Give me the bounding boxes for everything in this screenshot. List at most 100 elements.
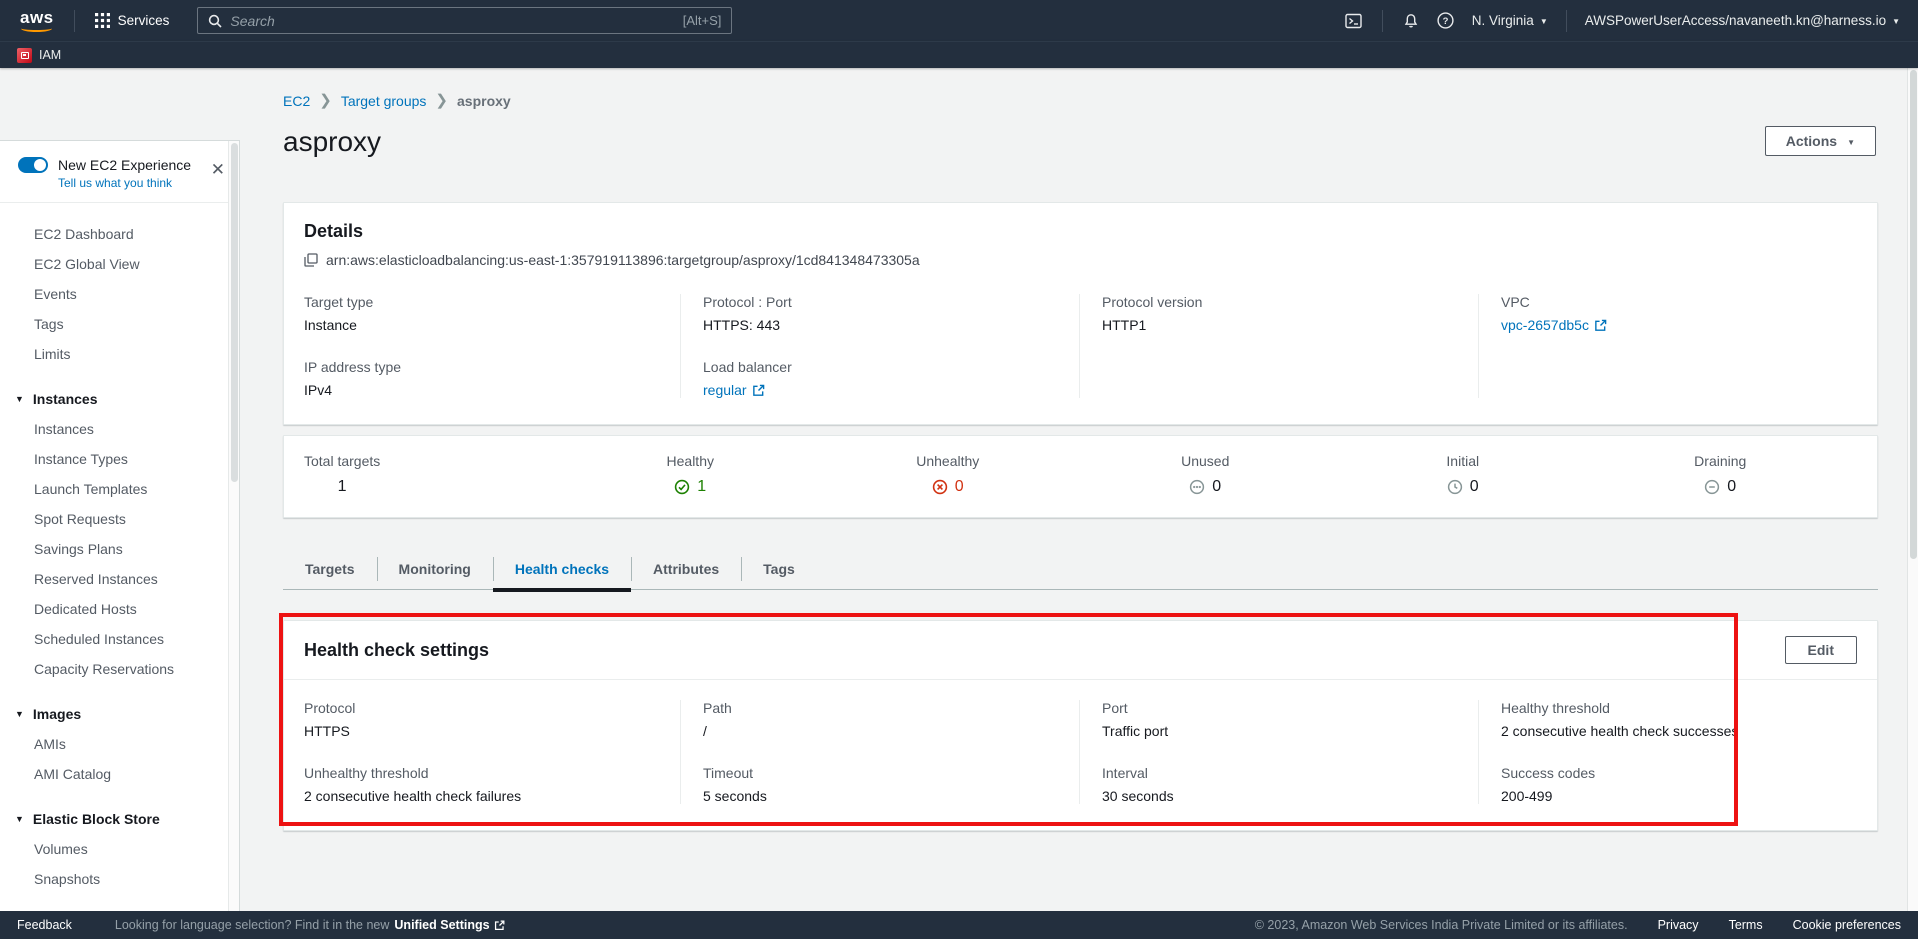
sidebar-section-instances[interactable]: ▼ Instances	[0, 383, 239, 414]
feedback-link[interactable]: Tell us what you think	[58, 176, 225, 190]
notifications-bell-icon[interactable]	[1403, 13, 1419, 29]
feedback-button[interactable]: Feedback	[17, 918, 72, 932]
draining-stat: Draining 0	[1592, 453, 1850, 498]
aws-logo[interactable]: aws	[18, 6, 60, 35]
services-label: Services	[118, 13, 170, 28]
sidebar-item[interactable]: AMIs	[0, 729, 239, 759]
hc-unhealthy-threshold-label: Unhealthy threshold	[304, 765, 662, 781]
sidebar-panel: New EC2 Experience Tell us what you thin…	[0, 140, 240, 911]
hc-port-label: Port	[1102, 700, 1460, 716]
sidebar-scrollbar[interactable]	[228, 141, 239, 911]
sidebar-item[interactable]: Scheduled Instances	[0, 624, 239, 654]
nav-divider	[74, 10, 75, 32]
healthy-check-icon	[674, 479, 690, 495]
vpc-link[interactable]: vpc-2657db5c	[1501, 317, 1607, 333]
tab-attributes[interactable]: Attributes	[631, 551, 741, 589]
sidebar-item[interactable]: Snapshots	[0, 864, 239, 894]
chevron-down-icon: ▼	[1540, 17, 1548, 26]
health-check-settings-panel: Health check settings Edit Protocol HTTP…	[283, 620, 1878, 831]
page-title: asproxy	[283, 126, 381, 158]
initial-label: Initial	[1446, 453, 1479, 469]
sidebar-item[interactable]: EC2 Global View	[0, 249, 239, 279]
sidebar-item[interactable]: Spot Requests	[0, 504, 239, 534]
tab-health-checks[interactable]: Health checks	[493, 551, 631, 589]
favorite-iam-link[interactable]: IAM	[17, 48, 61, 63]
privacy-link[interactable]: Privacy	[1658, 918, 1699, 932]
sidebar-item[interactable]: Dedicated Hosts	[0, 594, 239, 624]
favorite-iam-label: IAM	[39, 48, 61, 62]
search-input[interactable]	[230, 13, 674, 29]
services-grid-icon	[95, 13, 110, 28]
sidebar-item[interactable]: AMI Catalog	[0, 759, 239, 789]
tab-bar: Targets Monitoring Health checks Attribu…	[283, 551, 1878, 590]
draining-minus-icon	[1704, 479, 1720, 495]
help-icon[interactable]: ?	[1437, 12, 1454, 29]
sidebar-item[interactable]: EC2 Dashboard	[0, 219, 239, 249]
load-balancer-link[interactable]: regular	[703, 382, 765, 398]
external-link-icon	[494, 920, 505, 931]
initial-value: 0	[1470, 478, 1479, 496]
region-selector[interactable]: N. Virginia ▼	[1472, 13, 1548, 28]
breadcrumb-separator-icon: ❯	[435, 91, 448, 109]
sidebar-section-images[interactable]: ▼ Images	[0, 698, 239, 729]
unused-ellipsis-icon	[1189, 479, 1205, 495]
breadcrumb-ec2[interactable]: EC2	[283, 93, 310, 109]
cookie-preferences-link[interactable]: Cookie preferences	[1793, 918, 1901, 932]
search-icon	[208, 14, 222, 28]
new-experience-toggle[interactable]	[18, 157, 48, 173]
hc-success-codes-label: Success codes	[1501, 765, 1859, 781]
section-title: Elastic Block Store	[33, 811, 160, 827]
total-targets-stat: Total targets 1	[304, 453, 562, 496]
unhealthy-stat: Unhealthy 0	[819, 453, 1077, 498]
hc-port-value: Traffic port	[1102, 723, 1460, 739]
hc-unhealthy-threshold-value: 2 consecutive health check failures	[304, 788, 662, 804]
sidebar-item[interactable]: Limits	[0, 339, 239, 369]
total-targets-label: Total targets	[304, 453, 380, 469]
vpc-label: VPC	[1501, 294, 1859, 310]
copyright-text: © 2023, Amazon Web Services India Privat…	[1255, 918, 1628, 932]
tab-tags[interactable]: Tags	[741, 551, 817, 589]
cloudshell-icon[interactable]	[1345, 13, 1362, 29]
draining-value: 0	[1727, 478, 1736, 496]
load-balancer-name: regular	[703, 382, 747, 398]
unified-settings-link[interactable]: Unified Settings	[394, 918, 504, 932]
section-title: Instances	[33, 391, 98, 407]
sidebar-item[interactable]: Instances	[0, 414, 239, 444]
sidebar-item[interactable]: Capacity Reservations	[0, 654, 239, 684]
draining-label: Draining	[1694, 453, 1746, 469]
hc-path-label: Path	[703, 700, 1061, 716]
sidebar-item[interactable]: Savings Plans	[0, 534, 239, 564]
breadcrumb-target-groups[interactable]: Target groups	[341, 93, 427, 109]
healthy-label: Healthy	[667, 453, 714, 469]
hc-timeout-value: 5 seconds	[703, 788, 1061, 804]
unused-stat: Unused 0	[1077, 453, 1335, 498]
terms-link[interactable]: Terms	[1729, 918, 1763, 932]
sidebar-section-general: EC2 DashboardEC2 Global ViewEventsTagsLi…	[0, 219, 239, 369]
copy-icon[interactable]	[304, 253, 318, 267]
services-menu-button[interactable]: Services	[89, 9, 176, 32]
protocol-port-label: Protocol : Port	[703, 294, 1061, 310]
sidebar-item[interactable]: Tags	[0, 309, 239, 339]
edit-button[interactable]: Edit	[1785, 636, 1857, 664]
actions-button-label: Actions	[1786, 133, 1837, 149]
health-check-settings-heading: Health check settings	[304, 640, 489, 661]
sidebar-item[interactable]: Volumes	[0, 834, 239, 864]
global-search[interactable]: [Alt+S]	[197, 7, 732, 34]
close-icon[interactable]: ✕	[211, 161, 225, 178]
tab-targets[interactable]: Targets	[283, 551, 377, 589]
actions-button[interactable]: Actions ▼	[1765, 126, 1876, 156]
region-label: N. Virginia	[1472, 13, 1534, 28]
page-scrollbar[interactable]	[1907, 68, 1918, 911]
sidebar-item[interactable]: Reserved Instances	[0, 564, 239, 594]
sidebar-item[interactable]: Instance Types	[0, 444, 239, 474]
language-selection-notice: Looking for language selection? Find it …	[115, 918, 505, 932]
chevron-down-icon: ▼	[1847, 138, 1855, 147]
sidebar-item[interactable]: Events	[0, 279, 239, 309]
footer: Feedback Looking for language selection?…	[0, 911, 1918, 939]
tab-monitoring[interactable]: Monitoring	[377, 551, 493, 589]
sidebar-item[interactable]: Launch Templates	[0, 474, 239, 504]
hc-healthy-threshold-value: 2 consecutive health check successes	[1501, 723, 1859, 739]
account-menu[interactable]: AWSPowerUserAccess/navaneeth.kn@harness.…	[1585, 13, 1900, 28]
sidebar-section-ebs[interactable]: ▼ Elastic Block Store	[0, 803, 239, 834]
left-sidebar: New EC2 Experience Tell us what you thin…	[0, 68, 240, 911]
